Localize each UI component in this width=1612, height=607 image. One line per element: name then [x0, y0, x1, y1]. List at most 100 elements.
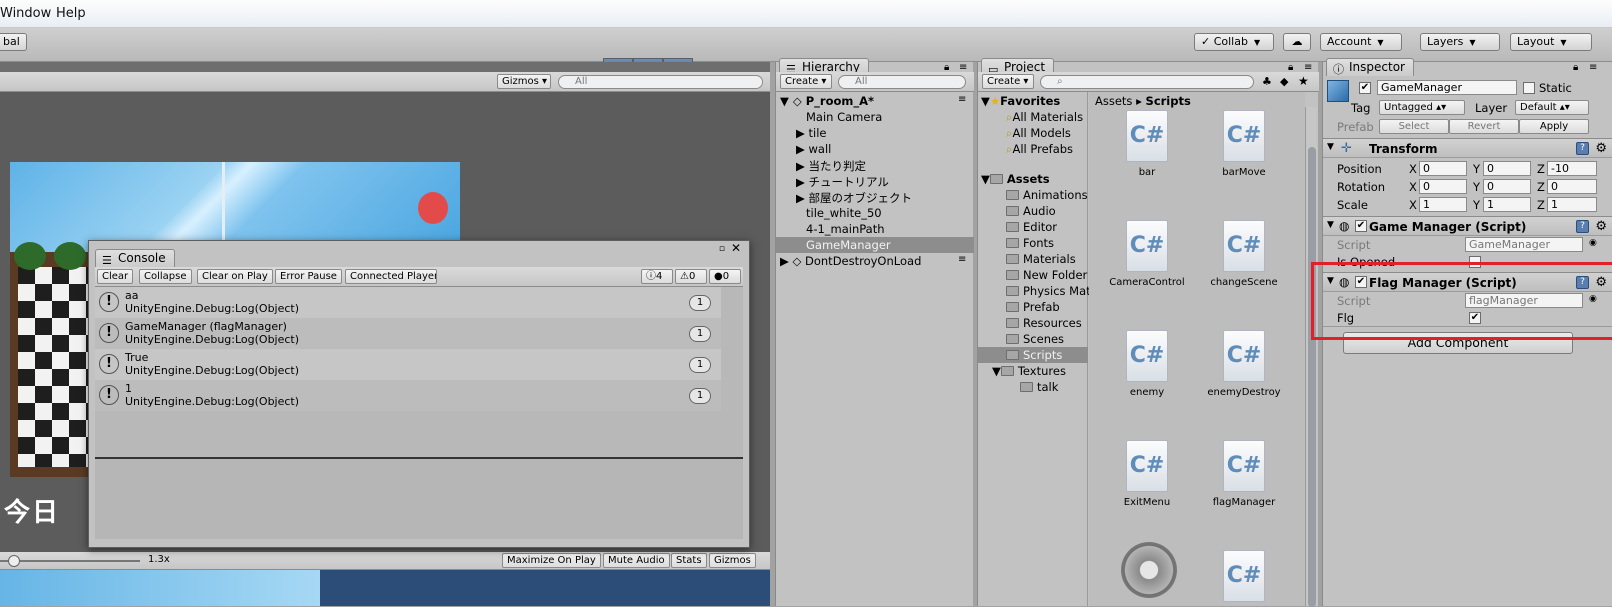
- scale-x-field[interactable]: 1: [1419, 197, 1467, 212]
- pivot-global-button[interactable]: bal: [0, 33, 27, 51]
- gizmos-dropdown[interactable]: Gizmos ▾: [497, 74, 551, 89]
- rotation-x-field[interactable]: 0: [1419, 179, 1467, 194]
- csharp-file-icon[interactable]: C#: [1126, 330, 1168, 382]
- csharp-file-icon[interactable]: C#: [1223, 220, 1265, 272]
- console-detail-area[interactable]: [95, 459, 743, 539]
- folder-item[interactable]: ▼ Textures: [992, 364, 1066, 378]
- csharp-file-icon[interactable]: C#: [1223, 550, 1265, 602]
- folder-item[interactable]: New Folder: [1006, 268, 1087, 282]
- object-picker-icon[interactable]: ◉: [1589, 238, 1597, 248]
- log-entry[interactable]: ! aa UnityEngine.Debug:Log(Object) 1: [95, 287, 721, 318]
- position-y-field[interactable]: 0: [1483, 161, 1531, 176]
- folder-item[interactable]: Resources: [1006, 316, 1082, 330]
- favorites-root[interactable]: ▼★Favorites: [981, 94, 1060, 108]
- cloud-button[interactable]: ☁: [1283, 33, 1311, 51]
- favorite-item[interactable]: ⌕All Prefabs: [1006, 142, 1073, 157]
- stats-toggle[interactable]: Stats: [671, 553, 707, 568]
- favorite-item[interactable]: ⌕All Models: [1006, 126, 1071, 141]
- menu-help[interactable]: Help: [56, 6, 86, 21]
- component-enabled-checkbox[interactable]: ✔: [1355, 220, 1367, 232]
- folder-item[interactable]: Fonts: [1006, 236, 1054, 250]
- tag-dropdown[interactable]: Untagged ▴▾: [1379, 100, 1465, 115]
- hierarchy-item[interactable]: ▶ 当たり判定: [796, 158, 866, 174]
- hierarchy-item[interactable]: Main Camera: [806, 110, 882, 124]
- position-x-field[interactable]: 0: [1419, 161, 1467, 176]
- scale-slider[interactable]: [0, 560, 140, 562]
- game-gizmos-dropdown[interactable]: Gizmos: [709, 553, 756, 568]
- clear-button[interactable]: Clear: [97, 269, 134, 284]
- scale-z-field[interactable]: 1: [1547, 197, 1597, 212]
- prefab-apply-button[interactable]: Apply: [1519, 119, 1589, 134]
- position-z-field[interactable]: -10: [1547, 161, 1597, 176]
- gear-icon[interactable]: ⚙: [1595, 219, 1607, 234]
- game-manager-header[interactable]: ▼ ◍ ✔ Game Manager (Script) ? ⚙: [1323, 216, 1612, 236]
- connected-player-dropdown[interactable]: Connected Player: [345, 269, 437, 284]
- csharp-file-icon[interactable]: C#: [1223, 440, 1265, 492]
- maximize-on-play-toggle[interactable]: Maximize On Play: [502, 553, 601, 568]
- csharp-file-icon[interactable]: C#: [1126, 440, 1168, 492]
- folder-item[interactable]: Editor: [1006, 220, 1057, 234]
- gear-icon[interactable]: ⚙: [1595, 141, 1607, 156]
- rotation-z-field[interactable]: 0: [1547, 179, 1597, 194]
- scene-menu-icon[interactable]: ≡: [958, 254, 966, 265]
- panel-menu-icon[interactable]: ≡: [1589, 62, 1597, 73]
- filter-label-icon[interactable]: ◆: [1280, 75, 1288, 88]
- help-icon[interactable]: ?: [1576, 142, 1589, 155]
- layout-dropdown[interactable]: Layout ▼: [1510, 33, 1592, 51]
- active-checkbox[interactable]: ✔: [1359, 82, 1371, 94]
- hierarchy-search[interactable]: All: [838, 75, 966, 89]
- maximize-icon[interactable]: ▫: [719, 244, 725, 254]
- favorite-item[interactable]: ⌕All Materials: [1006, 110, 1083, 125]
- scale-y-field[interactable]: 1: [1483, 197, 1531, 212]
- info-count-toggle[interactable]: ⓘ4: [641, 269, 673, 284]
- mute-audio-toggle[interactable]: Mute Audio: [603, 553, 670, 568]
- hierarchy-item[interactable]: 4-1_mainPath: [806, 222, 885, 236]
- log-entry[interactable]: ! True UnityEngine.Debug:Log(Object) 1: [95, 349, 721, 380]
- script-reference-field[interactable]: GameManager: [1465, 237, 1583, 252]
- static-checkbox[interactable]: [1523, 82, 1535, 94]
- hierarchy-create-button[interactable]: Create ▾: [780, 74, 832, 89]
- clear-on-play-button[interactable]: Clear on Play: [197, 269, 273, 284]
- folder-item[interactable]: Animations: [1006, 188, 1088, 202]
- object-name-field[interactable]: GameManager: [1377, 80, 1517, 95]
- lock-icon[interactable]: 🔒︎: [1573, 62, 1578, 73]
- assets-root[interactable]: ▼ Assets: [981, 172, 1050, 186]
- log-entry[interactable]: ! GameManager (flagManager) UnityEngine.…: [95, 318, 721, 349]
- breadcrumb-scripts[interactable]: Scripts: [1146, 94, 1191, 108]
- folder-item[interactable]: Materials: [1006, 252, 1076, 266]
- folder-item[interactable]: Scenes: [1006, 332, 1064, 346]
- warning-count-toggle[interactable]: ⚠0: [675, 269, 707, 284]
- hierarchy-item[interactable]: tile_white_50: [806, 206, 882, 220]
- csharp-file-icon[interactable]: C#: [1223, 330, 1265, 382]
- tab-console[interactable]: ☰ Console: [95, 249, 175, 267]
- folder-item[interactable]: Audio: [1006, 204, 1056, 218]
- hierarchy-item[interactable]: ▶ tile: [796, 126, 826, 140]
- close-icon[interactable]: ✕: [731, 241, 741, 255]
- account-dropdown[interactable]: Account ▼: [1320, 33, 1402, 51]
- hierarchy-item[interactable]: ▶ チュートリアル: [796, 174, 889, 190]
- csharp-file-icon[interactable]: C#: [1126, 220, 1168, 272]
- layer-dropdown[interactable]: Default ▴▾: [1515, 100, 1589, 115]
- game-viewport[interactable]: [0, 570, 770, 606]
- scrollbar-thumb[interactable]: [1308, 147, 1316, 607]
- collapse-button[interactable]: Collapse: [139, 269, 192, 284]
- menu-window[interactable]: Window: [0, 6, 51, 21]
- hierarchy-item-selected[interactable]: GameManager: [806, 238, 891, 252]
- prefab-revert-button[interactable]: Revert: [1449, 119, 1519, 134]
- hierarchy-item[interactable]: ▶ wall: [796, 142, 831, 156]
- folder-item-selected[interactable]: Scripts: [1006, 348, 1062, 362]
- csharp-file-icon[interactable]: C#: [1223, 110, 1265, 162]
- scene-search[interactable]: All: [558, 75, 763, 89]
- tab-inspector[interactable]: ⓘ Inspector: [1326, 58, 1414, 76]
- prefab-select-button[interactable]: Select: [1379, 119, 1449, 134]
- folder-item[interactable]: Physics Mat: [1006, 284, 1091, 298]
- transform-header[interactable]: ▼ ✛ Transform ? ⚙: [1323, 138, 1612, 158]
- error-pause-button[interactable]: Error Pause: [275, 269, 342, 284]
- folder-item[interactable]: Prefab: [1006, 300, 1060, 314]
- help-icon[interactable]: ?: [1576, 220, 1589, 233]
- hierarchy-item[interactable]: ▶ 部屋のオブジェクト: [796, 190, 912, 206]
- project-create-button[interactable]: Create ▾: [982, 74, 1034, 89]
- dontdestroy-scene-root[interactable]: ▶ ◇ DontDestroyOnLoad: [780, 254, 921, 268]
- gear-icon[interactable]: [1121, 542, 1177, 598]
- log-entry[interactable]: ! 1 UnityEngine.Debug:Log(Object) 1: [95, 380, 721, 411]
